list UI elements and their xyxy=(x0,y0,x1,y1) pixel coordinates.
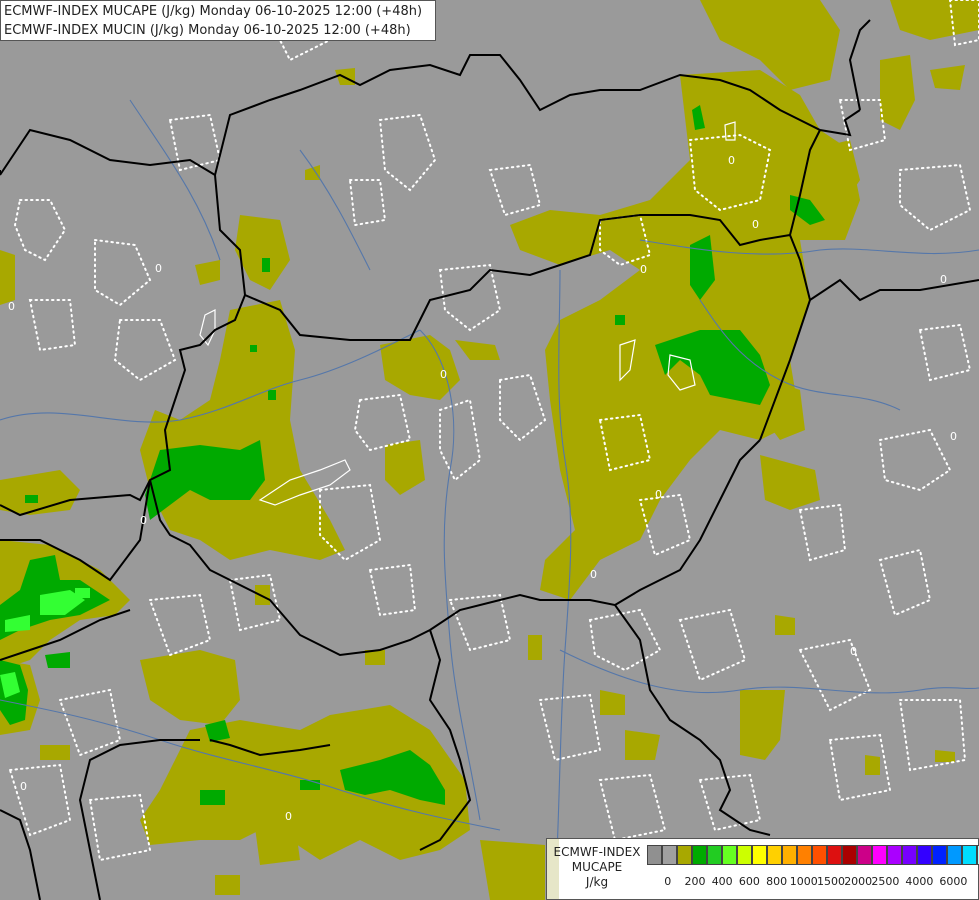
legend-swatch xyxy=(947,845,962,865)
legend-swatch xyxy=(737,845,752,865)
legend-tick-label: 1500 xyxy=(817,875,845,888)
color-legend: ECMWF-INDEX MUCAPE J/kg 0 200 400 600 800 100… xyxy=(546,838,979,900)
legend-tick-label: 1000 xyxy=(789,875,818,888)
weather-map: 0 0 0 0 0 0 0 0 0 0 0 0 0 0 xyxy=(0,0,979,900)
contour-label: 0 xyxy=(728,154,735,167)
legend-title-line2: MUCAPE xyxy=(571,860,623,874)
legend-title: ECMWF-INDEX MUCAPE J/kg xyxy=(549,845,645,890)
legend-swatch xyxy=(707,845,722,865)
legend-title-line1: ECMWF-INDEX xyxy=(553,845,641,859)
contour-label: 0 xyxy=(940,273,947,286)
legend-swatch xyxy=(662,845,677,865)
legend-swatch xyxy=(797,845,812,865)
map-title-box: ECMWF-INDEX MUCAPE (J/kg) Monday 06-10-2… xyxy=(0,0,436,41)
legend-swatch xyxy=(647,845,662,865)
legend-swatch xyxy=(812,845,827,865)
legend-swatch xyxy=(827,845,842,865)
legend-tick-label: 0 xyxy=(664,875,672,888)
contour-label: 0 xyxy=(285,810,292,823)
legend-tick-label: 6000 xyxy=(939,875,968,888)
legend-swatch xyxy=(722,845,737,865)
legend-unit: J/kg xyxy=(585,875,609,889)
contour-label: 0 xyxy=(140,514,147,527)
legend-swatch xyxy=(887,845,902,865)
legend-tick-label: 800 xyxy=(766,875,788,888)
legend-swatch xyxy=(962,845,977,865)
legend-swatch xyxy=(857,845,872,865)
legend-swatch xyxy=(782,845,797,865)
legend-tick-label: 200 xyxy=(684,875,706,888)
legend-tick-label: 2500 xyxy=(871,875,900,888)
legend-ticks: 0 200 400 600 800 1000 1500 2000 2500 4000 6000 xyxy=(647,875,977,891)
legend-swatches xyxy=(647,845,979,867)
legend-swatch xyxy=(902,845,917,865)
legend-swatch xyxy=(932,845,947,865)
legend-swatch xyxy=(917,845,932,865)
contour-label: 0 xyxy=(8,300,15,313)
legend-swatch xyxy=(872,845,887,865)
title-line-mucin: ECMWF-INDEX MUCIN (J/kg) Monday 06-10-20… xyxy=(4,23,411,38)
legend-swatch xyxy=(752,845,767,865)
legend-tick-label: 400 xyxy=(711,875,733,888)
contour-label: 0 xyxy=(655,488,662,501)
contour-label: 0 xyxy=(640,263,647,276)
legend-tick-label: 4000 xyxy=(905,875,934,888)
contour-label: 0 xyxy=(590,568,597,581)
contour-label: 0 xyxy=(752,218,759,231)
contour-label: 0 xyxy=(850,645,857,658)
legend-tick-label: 600 xyxy=(738,875,760,888)
title-line-mucape: ECMWF-INDEX MUCAPE (J/kg) Monday 06-10-2… xyxy=(4,4,423,19)
legend-swatch xyxy=(842,845,857,865)
contour-label: 0 xyxy=(155,262,162,275)
contour-label: 0 xyxy=(950,430,957,443)
contour-label: 0 xyxy=(440,368,447,381)
legend-tick-label: 2000 xyxy=(844,875,873,888)
legend-swatch xyxy=(677,845,692,865)
legend-swatch xyxy=(767,845,782,865)
legend-swatch xyxy=(692,845,707,865)
contour-label: 0 xyxy=(20,780,27,793)
